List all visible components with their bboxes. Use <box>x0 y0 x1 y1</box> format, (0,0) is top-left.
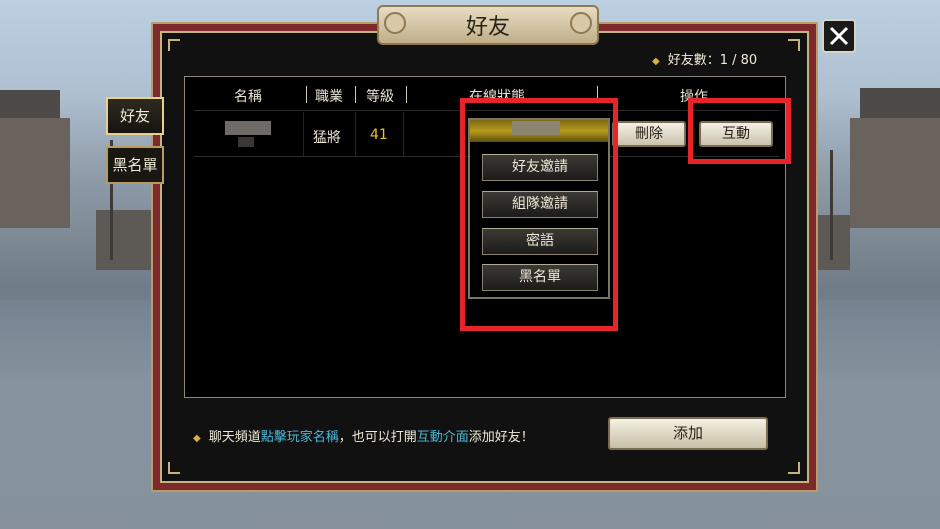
diamond-bullet-icon: ◆ <box>193 433 201 444</box>
add-friend-button[interactable]: 添加 <box>608 417 768 450</box>
highlight-box-popup <box>460 98 618 331</box>
frame-corner-ornament <box>168 39 180 51</box>
close-button[interactable] <box>822 19 856 53</box>
column-header-level: 等級 <box>366 89 394 105</box>
column-separator <box>306 86 307 103</box>
diamond-bullet-icon: ◆ <box>652 56 660 67</box>
friend-count: ◆ 好友數：1 / 80 <box>652 53 758 68</box>
column-header-name: 名稱 <box>234 89 262 105</box>
cell-divider <box>303 112 304 156</box>
tab-blacklist[interactable]: 黑名單 <box>106 146 164 184</box>
frame-corner-ornament <box>788 462 800 474</box>
player-name-redacted[interactable] <box>225 121 271 135</box>
highlight-box-interact <box>688 98 791 164</box>
hint-text: ◆ 聊天頻道點擊玩家名稱，也可以打開互動介面添加好友！ <box>193 430 534 445</box>
cell-divider <box>403 112 404 156</box>
frame-corner-ornament <box>168 462 180 474</box>
cell-divider <box>355 112 356 156</box>
dialog-title: 好友 <box>465 15 510 40</box>
player-level: 41 <box>370 127 388 143</box>
column-separator <box>355 86 356 103</box>
player-name-redacted <box>238 137 254 147</box>
column-separator <box>406 86 407 103</box>
frame-corner-ornament <box>788 39 800 51</box>
close-icon <box>829 26 849 46</box>
column-header-class: 職業 <box>315 89 343 105</box>
player-class: 猛將 <box>313 130 341 146</box>
delete-button[interactable]: 刪除 <box>612 121 686 147</box>
tab-friends[interactable]: 好友 <box>106 97 164 135</box>
